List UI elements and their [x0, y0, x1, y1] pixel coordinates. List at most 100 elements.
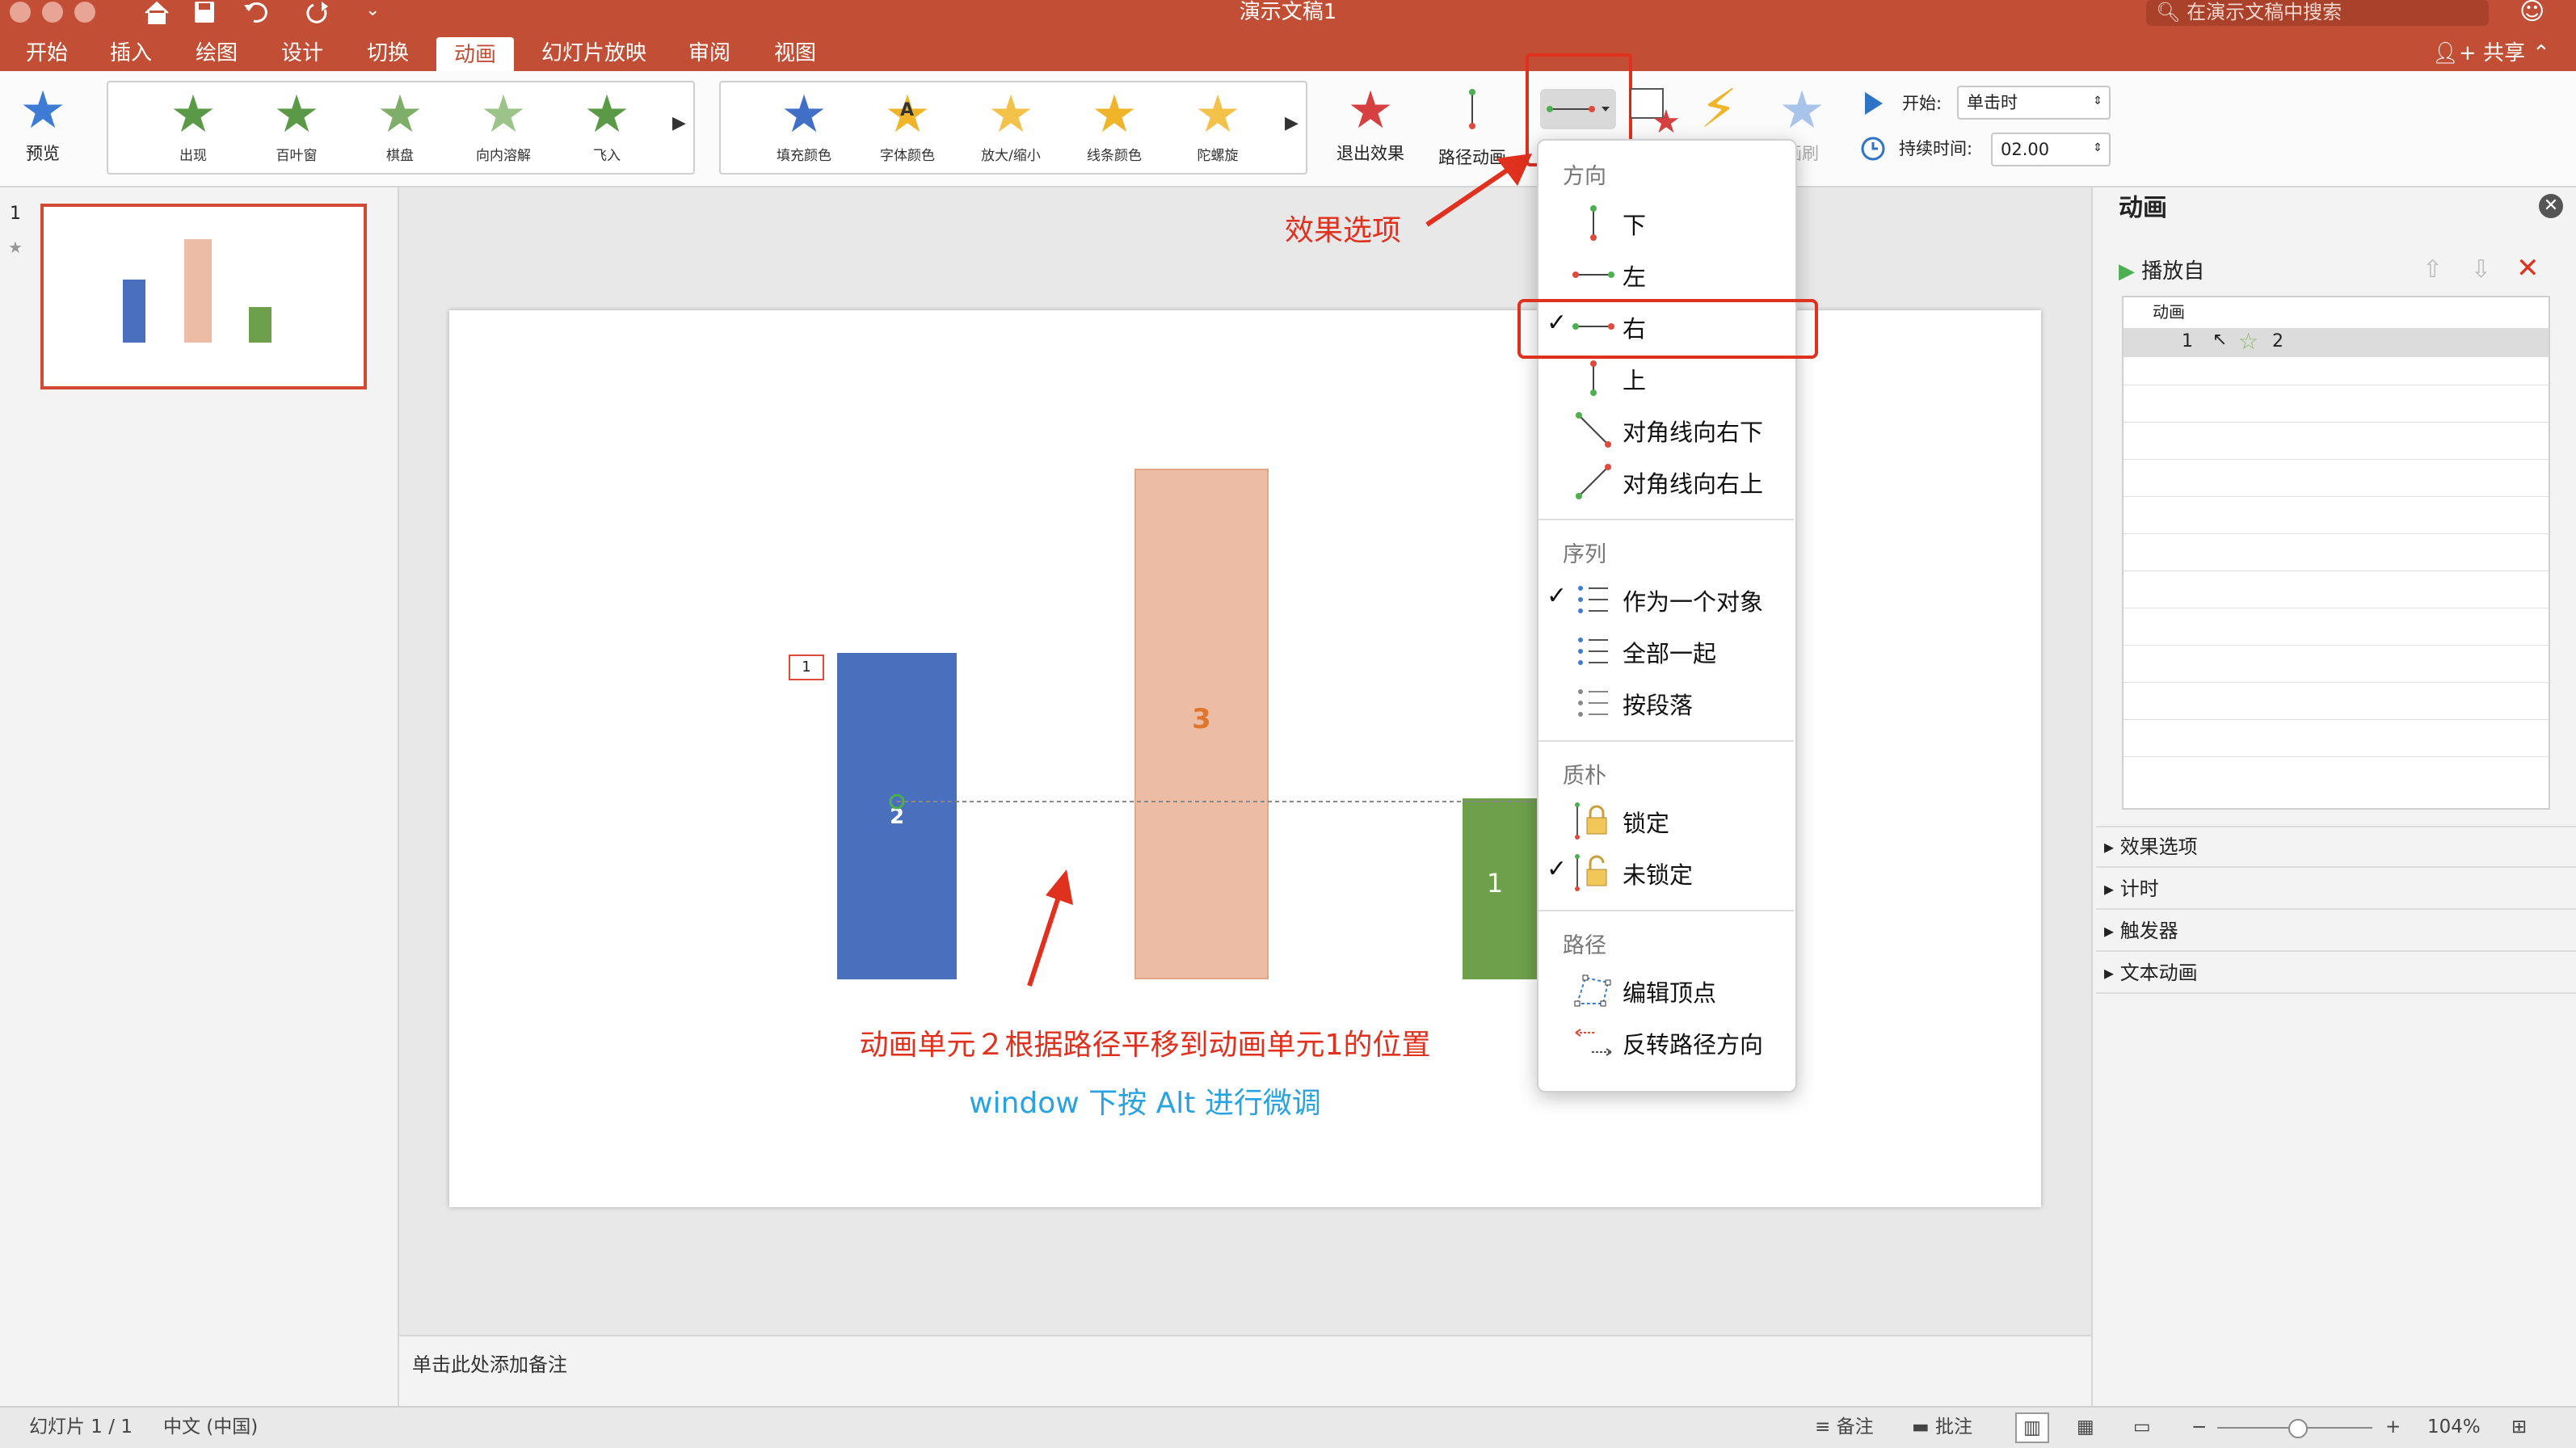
preview-star-icon: ★ [19, 81, 66, 141]
close-pane-icon[interactable]: ✕ [2539, 194, 2563, 218]
thumb-blue-bar [123, 280, 145, 343]
presenter-view-icon[interactable]: ▭ [2133, 1408, 2151, 1446]
slide-sorter-icon[interactable]: ▦ [2077, 1408, 2094, 1446]
effect-options-menu: 方向 下 左 ✓ 右 上 对角线向右下 对角线向右上 序列 ✓ 作为一个对象 全… [1537, 139, 1797, 1092]
menu-item-all-at-once[interactable]: 全部一起 [1538, 627, 1794, 676]
menu-item-edit-points[interactable]: 编辑顶点 [1538, 966, 1794, 1015]
appear-star-icon: ★ [170, 85, 217, 145]
tab-review[interactable]: 审阅 [679, 36, 740, 71]
normal-view-icon[interactable]: ▥ [2015, 1412, 2049, 1443]
tab-draw[interactable]: 绘图 [186, 36, 247, 71]
duration-input[interactable]: 02.00 ⇕ [1991, 133, 2111, 166]
tab-insert[interactable]: 插入 [100, 36, 162, 71]
start-select[interactable]: 单击时 ⇕ [1957, 86, 2111, 120]
add-person-icon: 👤︎+ [2432, 41, 2477, 65]
effect-appear[interactable]: ★ 出现 [149, 86, 238, 164]
collapse-ribbon-icon[interactable]: ⌃ [2532, 36, 2550, 71]
tab-view[interactable]: 视图 [764, 36, 826, 71]
search-box[interactable]: 🔍︎ 在演示文稿中搜索 [2146, 0, 2489, 26]
edit-points-icon [1574, 974, 1611, 1007]
effect-grow-shrink[interactable]: ★ 放大/缩小 [966, 86, 1055, 164]
tab-slideshow[interactable]: 幻灯片放映 [533, 36, 655, 71]
trigger-lightning-icon[interactable]: ⚡ [1700, 78, 1737, 140]
effect-font-color[interactable]: ★ 字体颜色 A [863, 86, 952, 164]
menu-item-as-one-object[interactable]: ✓ 作为一个对象 [1538, 575, 1794, 624]
thumb-green-bar [249, 307, 271, 343]
delete-animation-icon[interactable]: ✕ [2516, 252, 2540, 284]
exit-effects-button[interactable]: ★ 退出效果 [1328, 81, 1412, 165]
accordion-timing[interactable]: ▸ 计时 [2104, 873, 2557, 901]
dissolve-star-icon: ★ [480, 85, 527, 145]
move-up-icon[interactable]: ⇧ [2422, 255, 2443, 284]
fill-color-star-icon: ★ [781, 85, 827, 145]
animation-order-tag[interactable]: 1 [789, 655, 824, 680]
slide[interactable]: 2 3 1 1 动画单元２根据路径平移到动画单元1的位置 window 下按 A… [449, 310, 2041, 1207]
menu-item-diagonal-up-right[interactable]: 对角线向右上 [1538, 457, 1794, 506]
tab-animations[interactable]: 动画 [436, 37, 514, 71]
smiley-feedback-icon[interactable]: ☺ [2519, 0, 2544, 24]
notes-toggle[interactable]: ≡ 备注 [1815, 1408, 1874, 1446]
menu-item-by-paragraph[interactable]: 按段落 [1538, 679, 1794, 727]
menu-item-locked[interactable]: 锁定 [1538, 797, 1794, 845]
share-button[interactable]: 👤︎+ 共享 [2432, 36, 2525, 71]
animation-list: 动画 1 ↖ ☆ 2 [2122, 296, 2550, 810]
zoom-in-button[interactable]: + [2385, 1408, 2401, 1446]
preview-button[interactable]: ★ 预览 [6, 81, 79, 165]
comments-toggle[interactable]: ▬ 批注 [1912, 1408, 1972, 1446]
zoom-out-button[interactable]: − [2191, 1408, 2207, 1446]
search-input[interactable]: 在演示文稿中搜索 [2187, 1, 2342, 23]
menu-section-path: 路径 [1563, 933, 1606, 958]
orange-bar[interactable]: 3 [1134, 469, 1269, 979]
menu-item-down[interactable]: 下 [1538, 199, 1794, 247]
check-icon: ✓ [1547, 582, 1568, 610]
tab-home[interactable]: 开始 [16, 36, 78, 71]
menu-item-unlocked[interactable]: ✓ 未锁定 [1538, 848, 1794, 897]
zoom-level[interactable]: 104% [2427, 1408, 2481, 1446]
emphasis-gallery-more-icon[interactable]: ▶ [1285, 113, 1299, 133]
menu-item-left[interactable]: 左 [1538, 250, 1794, 299]
menu-item-diagonal-down-right[interactable]: 对角线向右下 [1538, 406, 1794, 454]
motion-path-icon [1469, 89, 1475, 129]
effect-dissolve-in[interactable]: ★ 向内溶解 [459, 86, 548, 164]
slide-thumbnail[interactable] [40, 204, 367, 389]
duration-label: 持续时间: [1899, 139, 1973, 158]
menu-item-up[interactable]: 上 [1538, 354, 1794, 402]
motion-path-line[interactable] [886, 785, 1564, 818]
notes-area[interactable]: 单击此处添加备注 [399, 1335, 2091, 1408]
path-diag-up-icon [1576, 464, 1611, 499]
unlock-icon [1575, 854, 1607, 891]
select-arrows-icon: ⇕ [2093, 95, 2102, 107]
path-down-icon [1590, 205, 1597, 241]
effect-fly-in[interactable]: ★ 飞入 [562, 86, 651, 164]
comment-icon: ▬ [1912, 1416, 1930, 1437]
effect-checkerboard[interactable]: ★ 棋盘 [356, 86, 444, 164]
animation-list-entry[interactable]: 1 ↖ ☆ 2 [2124, 328, 2549, 357]
effect-spin[interactable]: ★ 陀螺旋 [1173, 86, 1262, 164]
fit-to-window-icon[interactable]: ⊞ [2511, 1408, 2527, 1446]
move-down-icon[interactable]: ⇩ [2471, 255, 2491, 284]
exit-star-icon: ★ [1347, 81, 1394, 141]
check-icon: ✓ [1547, 855, 1568, 883]
effect-blinds[interactable]: ★ 百叶窗 [252, 86, 341, 164]
list-icon [1578, 638, 1608, 665]
zoom-slider-thumb[interactable] [2288, 1419, 2308, 1438]
add-animation-icon[interactable]: ★ [1627, 84, 1684, 141]
menu-item-reverse-path[interactable]: 反转路径方向 [1538, 1018, 1794, 1067]
blinds-star-icon: ★ [273, 85, 320, 145]
tab-transitions[interactable]: 切换 [357, 36, 419, 71]
thumbnail-animation-star-icon: ★ [8, 238, 23, 257]
right-option-highlight [1517, 299, 1818, 359]
accordion-effect-options[interactable]: ▸ 效果选项 [2104, 831, 2557, 859]
accordion-triggers[interactable]: ▸ 触发器 [2104, 915, 2557, 943]
play-from-button[interactable]: ▶ 播放自 [2119, 255, 2204, 288]
lock-icon [1575, 802, 1607, 840]
pointer-arrow-icon [1027, 869, 1073, 987]
accordion-text-animation[interactable]: ▸ 文本动画 [2104, 957, 2557, 985]
thumb-orange-bar [184, 239, 212, 343]
tab-design[interactable]: 设计 [271, 36, 333, 71]
entrance-gallery-more-icon[interactable]: ▶ [672, 113, 686, 133]
effect-fill-color[interactable]: ★ 填充颜色 [760, 86, 848, 164]
effect-line-color[interactable]: ★ 线条颜色 [1070, 86, 1159, 164]
language-indicator[interactable]: 中文 (中国) [163, 1408, 258, 1446]
thumbnail-number: 1 [10, 204, 21, 224]
